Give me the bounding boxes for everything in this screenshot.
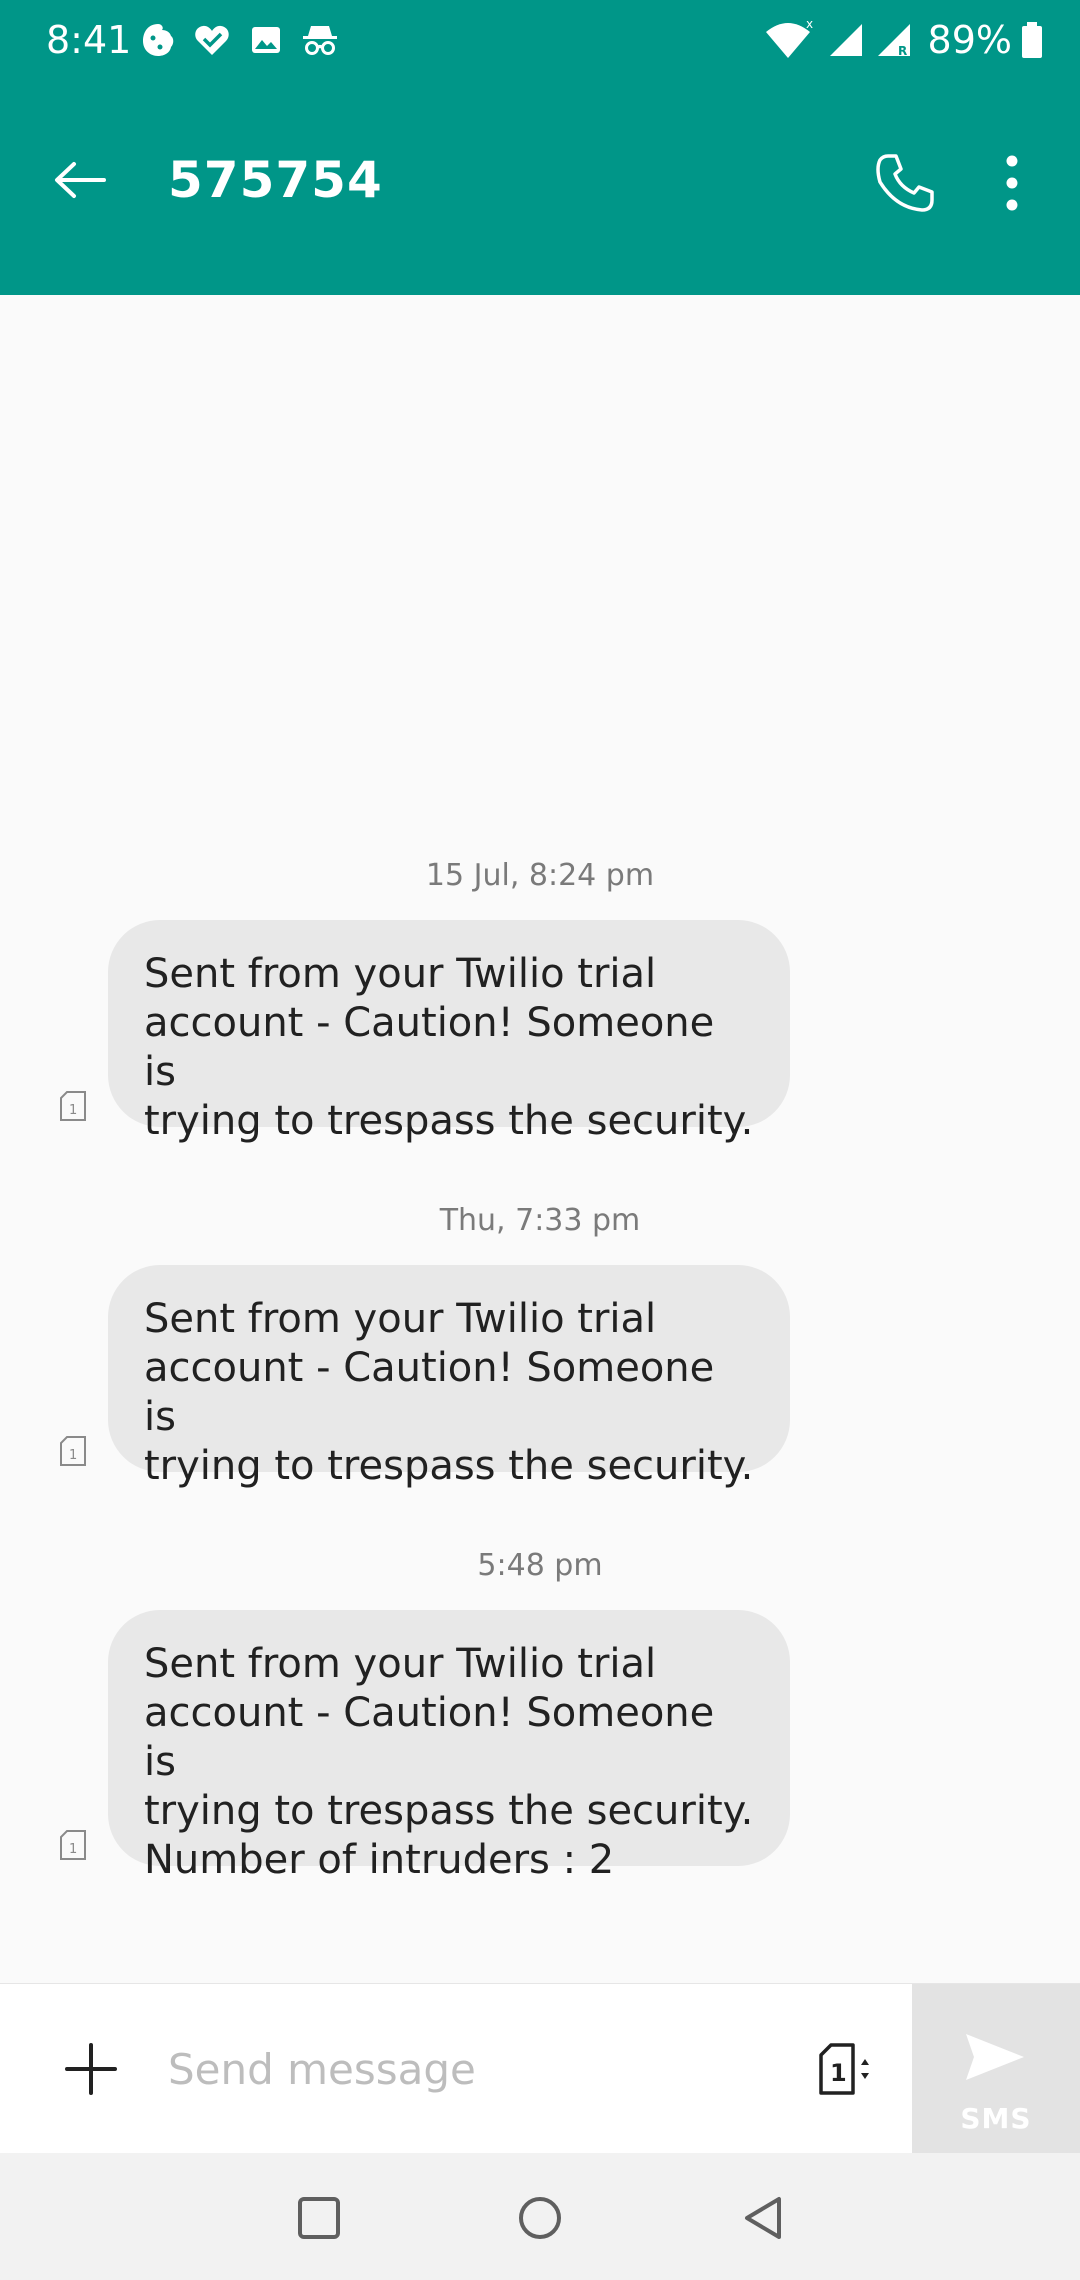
svg-text:1: 1	[830, 2059, 847, 2087]
square-icon	[298, 2197, 340, 2239]
heart-check-icon	[195, 25, 229, 55]
message-bubble[interactable]: Sent from your Twilio trial account - Ca…	[108, 1610, 790, 1883]
contact-title: 575754	[168, 151, 383, 209]
navigation-bar	[0, 2153, 1080, 2280]
sim-badge-icon: 1	[60, 1830, 86, 1860]
svg-text:R: R	[898, 44, 907, 58]
cellular-signal-icon	[829, 24, 862, 56]
send-icon	[966, 2034, 1024, 2080]
home-button[interactable]	[505, 2183, 575, 2253]
wifi-icon: x	[765, 18, 813, 58]
send-label: SMS	[960, 2102, 1032, 2135]
sim-card-icon: 1	[819, 2043, 869, 2095]
status-time: 8:41	[46, 18, 132, 62]
svg-text:x: x	[806, 18, 813, 31]
sim-badge-icon: 1	[60, 1091, 86, 1121]
compose-bar: 1 SMS	[0, 1983, 1080, 2154]
cookie-icon	[143, 24, 174, 56]
sim-select-button[interactable]: 1	[808, 2026, 888, 2112]
message-timestamp: Thu, 7:33 pm	[439, 1203, 641, 1238]
back-nav-button[interactable]	[728, 2183, 798, 2253]
circle-icon	[519, 2197, 561, 2239]
svg-text:1: 1	[69, 1842, 77, 1857]
message-timestamp: 15 Jul, 8:24 pm	[425, 858, 655, 893]
call-button[interactable]	[862, 140, 948, 226]
status-bar: 8:41 x R 89%	[0, 0, 1080, 80]
status-right-group: x R 89%	[764, 18, 1044, 62]
message-list[interactable]: 15 Jul, 8:24 pm Sent from your Twilio tr…	[0, 295, 1080, 1983]
battery-icon	[1022, 22, 1042, 58]
send-button[interactable]: SMS	[912, 1984, 1080, 2154]
sim-badge-icon: 1	[60, 1436, 86, 1466]
svg-text:1: 1	[69, 1448, 77, 1463]
message-input[interactable]	[168, 2024, 778, 2114]
attach-button[interactable]	[48, 2026, 134, 2112]
image-icon	[252, 27, 280, 53]
incognito-icon	[303, 26, 337, 55]
battery-percent: 89%	[927, 18, 1012, 62]
recents-button[interactable]	[284, 2183, 354, 2253]
roaming-signal-icon: R	[877, 24, 910, 58]
phone-icon	[876, 154, 934, 212]
message-bubble[interactable]: Sent from your Twilio trial account - Ca…	[108, 1265, 790, 1489]
notification-icons	[138, 18, 340, 62]
app-bar: 575754	[0, 80, 1080, 295]
more-options-button[interactable]	[982, 140, 1042, 226]
arrow-back-icon	[55, 162, 106, 198]
plus-icon	[65, 2043, 117, 2095]
back-button[interactable]	[40, 140, 120, 220]
more-vert-icon	[1006, 155, 1018, 211]
triangle-back-icon	[745, 2197, 781, 2239]
svg-text:1: 1	[69, 1103, 77, 1118]
message-timestamp: 5:48 pm	[477, 1548, 603, 1583]
message-bubble[interactable]: Sent from your Twilio trial account - Ca…	[108, 920, 790, 1144]
